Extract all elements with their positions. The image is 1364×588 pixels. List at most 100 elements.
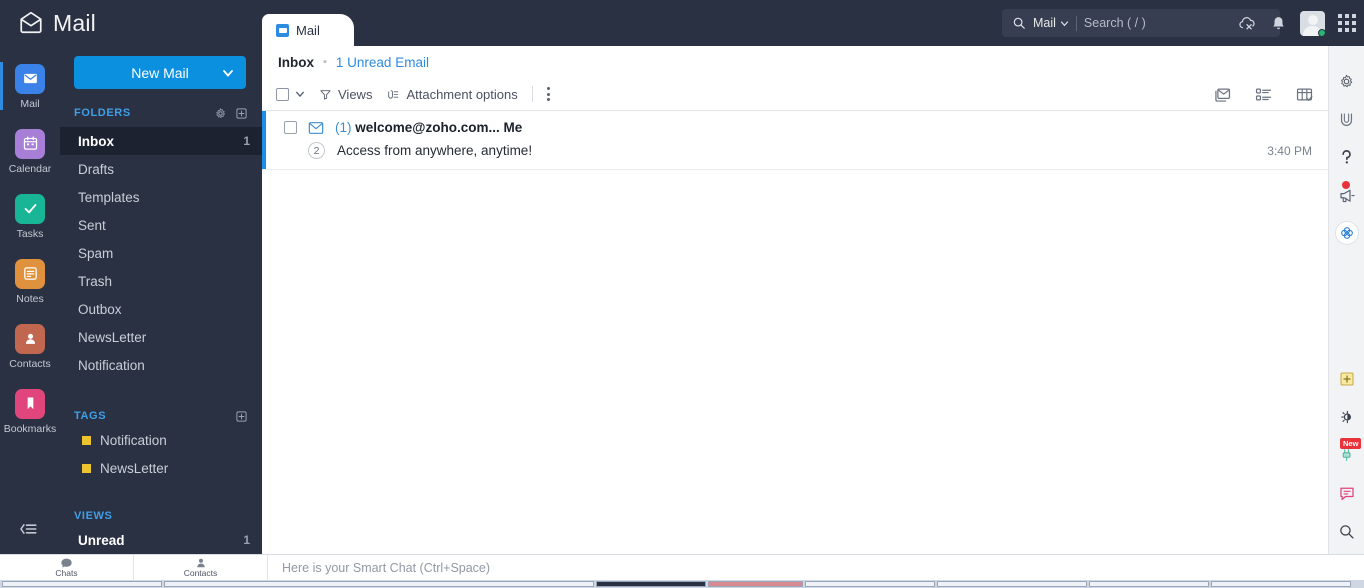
views-button-label: Views bbox=[338, 86, 373, 102]
conversation-view-icon[interactable] bbox=[1213, 86, 1232, 103]
message-row-secondary: 2 Access from anywhere, anytime! 3:40 PM bbox=[284, 142, 1312, 159]
notification-dot bbox=[1342, 181, 1350, 189]
notes-icon bbox=[15, 258, 45, 289]
taskbar-item[interactable] bbox=[2, 581, 162, 587]
folder-label: Inbox bbox=[78, 133, 114, 149]
folder-trash[interactable]: Trash bbox=[60, 267, 262, 295]
folder-inbox[interactable]: Inbox 1 bbox=[60, 127, 262, 155]
app-item-mail[interactable]: Mail bbox=[0, 54, 60, 119]
app-item-calendar[interactable]: Calendar bbox=[0, 119, 60, 184]
app-item-tasks[interactable]: Tasks bbox=[0, 184, 60, 249]
taskbar-item[interactable] bbox=[805, 581, 935, 587]
taskbar-item[interactable] bbox=[1211, 581, 1351, 587]
select-all-control[interactable] bbox=[276, 87, 305, 101]
writer-button[interactable] bbox=[1329, 100, 1364, 138]
cloud-offline-icon[interactable] bbox=[1237, 13, 1257, 33]
rail-search-button[interactable] bbox=[1329, 512, 1364, 550]
tag-notification[interactable]: Notification bbox=[60, 426, 262, 454]
breadcrumb: Inbox ▪ 1 Unread Email bbox=[262, 46, 1328, 78]
help-button[interactable] bbox=[1329, 138, 1364, 176]
views-button[interactable]: Views bbox=[319, 87, 372, 102]
search-divider bbox=[1075, 15, 1077, 31]
message-sender: (1) welcome@zoho.com... Me bbox=[335, 120, 522, 135]
folder-label: Spam bbox=[78, 245, 114, 261]
calendar-icon bbox=[15, 128, 45, 159]
folder-count: 1 bbox=[243, 134, 250, 148]
tag-color-swatch bbox=[82, 435, 91, 445]
search-scope-selector[interactable]: Mail bbox=[1033, 16, 1069, 30]
new-badge: New bbox=[1340, 438, 1362, 449]
writer-clip-icon bbox=[1340, 113, 1353, 126]
message-checkbox[interactable] bbox=[284, 121, 297, 134]
more-vertical-icon[interactable] bbox=[546, 87, 550, 101]
taskbar-item[interactable] bbox=[937, 581, 1087, 587]
zia-assistant-button[interactable] bbox=[1329, 214, 1364, 252]
app-grid-icon[interactable] bbox=[1338, 14, 1356, 32]
message-timestamp: 3:40 PM bbox=[1267, 143, 1312, 158]
mail-icon bbox=[15, 63, 45, 94]
column-view-icon[interactable] bbox=[1295, 86, 1314, 103]
taskbar-item[interactable] bbox=[1089, 581, 1209, 587]
folder-templates[interactable]: Templates bbox=[60, 183, 262, 211]
taskbar-item[interactable] bbox=[596, 581, 706, 587]
collapse-sidebar-icon[interactable] bbox=[18, 521, 40, 542]
message-subject: Access from anywhere, anytime! bbox=[337, 143, 533, 158]
taskbar-item[interactable] bbox=[164, 581, 594, 587]
app-item-contacts[interactable]: Contacts bbox=[0, 314, 60, 379]
tags-section-header: TAGS bbox=[60, 406, 262, 426]
folder-sidebar: New Mail FOLDERS Inbox 1 Drafts Template… bbox=[60, 46, 262, 554]
body-region: Mail Calendar Tasks Notes Contacts Bookm… bbox=[0, 46, 1364, 554]
contacts-button[interactable]: Contacts bbox=[134, 555, 267, 581]
tab-mail[interactable]: Mail bbox=[262, 14, 354, 46]
chats-label: Chats bbox=[55, 568, 78, 579]
taskbar-item[interactable] bbox=[708, 581, 803, 587]
feedback-button[interactable] bbox=[1329, 474, 1364, 512]
folder-spam[interactable]: Spam bbox=[60, 239, 262, 267]
insights-button[interactable] bbox=[1329, 398, 1364, 436]
folder-newsletter[interactable]: NewsLetter bbox=[60, 323, 262, 351]
unread-count-link[interactable]: 1 Unread Email bbox=[336, 55, 429, 70]
search-scope-label: Mail bbox=[1033, 16, 1056, 30]
plus-box-icon[interactable] bbox=[235, 107, 248, 120]
add-note-button[interactable] bbox=[1329, 360, 1364, 398]
settings-button[interactable] bbox=[1329, 62, 1364, 100]
attachment-options-button[interactable]: Attachment options bbox=[386, 87, 518, 102]
views-section-header: VIEWS bbox=[60, 506, 262, 526]
view-count: 1 bbox=[243, 533, 250, 547]
app-item-bookmarks[interactable]: Bookmarks bbox=[0, 379, 60, 444]
add-note-icon bbox=[1339, 372, 1354, 386]
announcement-icon bbox=[1339, 189, 1355, 202]
gear-icon[interactable] bbox=[214, 107, 227, 120]
conversation-count-badge: 2 bbox=[308, 142, 325, 159]
notification-bell-icon[interactable] bbox=[1270, 14, 1287, 33]
top-header: Mail Mail Mail bbox=[0, 0, 1364, 46]
app-label-bookmarks: Bookmarks bbox=[3, 422, 57, 435]
tag-newsletter[interactable]: NewsLetter bbox=[60, 454, 262, 482]
header-icon-group bbox=[1237, 0, 1356, 46]
user-avatar[interactable] bbox=[1300, 10, 1325, 36]
chats-button[interactable]: Chats bbox=[0, 555, 133, 581]
new-mail-button[interactable]: New Mail bbox=[74, 56, 246, 89]
folder-drafts[interactable]: Drafts bbox=[60, 155, 262, 183]
unread-envelope-icon[interactable] bbox=[308, 121, 324, 135]
announcement-button[interactable] bbox=[1329, 176, 1364, 214]
tag-label: Notification bbox=[100, 432, 167, 448]
folder-sent[interactable]: Sent bbox=[60, 211, 262, 239]
select-all-checkbox[interactable] bbox=[276, 87, 289, 101]
view-unread[interactable]: Unread 1 bbox=[60, 526, 262, 554]
message-sender-name: welcome@zoho.com... Me bbox=[355, 120, 523, 135]
smart-chat-input[interactable]: Here is your Smart Chat (Ctrl+Space) bbox=[268, 561, 1364, 575]
plus-box-icon[interactable] bbox=[235, 410, 248, 423]
table-row[interactable]: (1) welcome@zoho.com... Me 2 Access from… bbox=[262, 111, 1328, 170]
gear-icon bbox=[1341, 74, 1353, 87]
views-title: VIEWS bbox=[74, 510, 113, 522]
folder-label: Templates bbox=[78, 189, 140, 205]
folder-outbox[interactable]: Outbox bbox=[60, 295, 262, 323]
plugin-button[interactable]: New bbox=[1329, 436, 1364, 474]
app-item-notes[interactable]: Notes bbox=[0, 249, 60, 314]
folder-notification[interactable]: Notification bbox=[60, 351, 262, 379]
app-label-notes: Notes bbox=[16, 292, 44, 305]
tag-label: NewsLetter bbox=[100, 460, 169, 476]
list-view-icon[interactable] bbox=[1254, 86, 1273, 103]
tags-title: TAGS bbox=[74, 410, 107, 422]
